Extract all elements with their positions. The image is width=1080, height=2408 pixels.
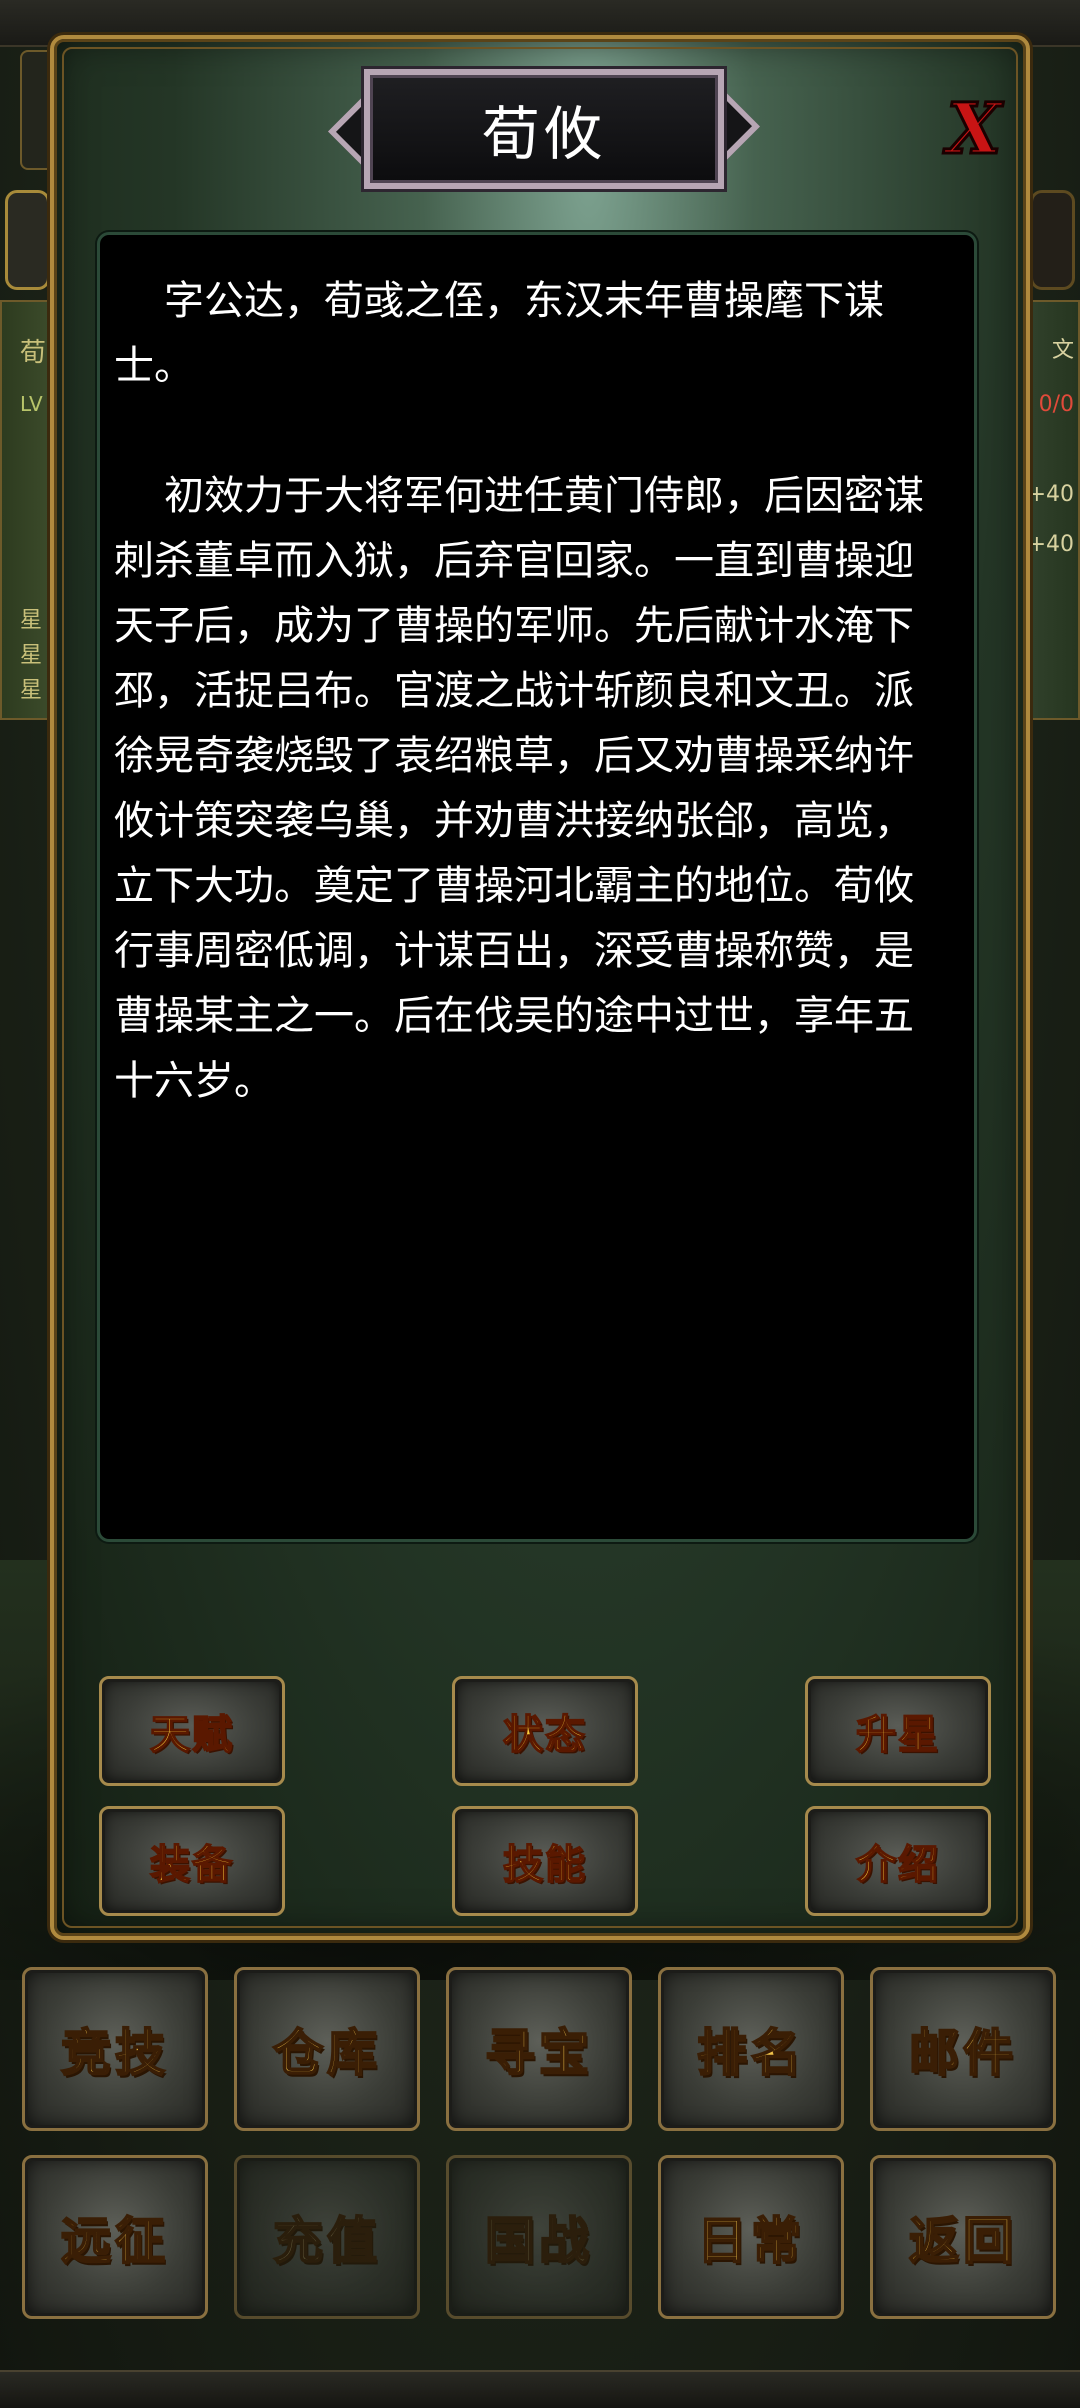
arena-label: 竞技 xyxy=(60,2023,169,2083)
bottom-menu: 竞技 仓库 寻宝 排名 邮件 远征 充值 国战 日常 返回 xyxy=(0,1955,1080,2375)
treasure-hunt-button[interactable]: 寻宝 xyxy=(446,1967,632,2131)
equipment-label: 装备 xyxy=(149,1841,234,1889)
bottom-bar xyxy=(0,2370,1080,2408)
mail-button[interactable]: 邮件 xyxy=(870,1967,1056,2131)
recharge-label: 充值 xyxy=(272,2211,381,2271)
skill-label: 技能 xyxy=(502,1841,587,1889)
game-screen: 荀 LV 星 星 星 文 0/0 +40 +40 竞技 仓库 寻宝 排名 邮件 … xyxy=(0,0,1080,2408)
mail-label: 邮件 xyxy=(908,2023,1017,2083)
description-panel: 字公达，荀彧之侄，东汉末年曹操麾下谋士。 初效力于大将军何进任黄门侍郎，后因密谋… xyxy=(97,232,977,1542)
close-icon[interactable]: X xyxy=(944,89,1004,169)
warehouse-label: 仓库 xyxy=(272,2023,381,2083)
nation-war-button[interactable]: 国战 xyxy=(446,2155,632,2319)
status-label: 状态 xyxy=(502,1711,587,1759)
expedition-label: 远征 xyxy=(60,2211,169,2271)
expedition-button[interactable]: 远征 xyxy=(22,2155,208,2319)
right-tab xyxy=(1030,190,1075,290)
daily-button[interactable]: 日常 xyxy=(658,2155,844,2319)
warehouse-button[interactable]: 仓库 xyxy=(234,1967,420,2131)
general-info-strip: 荀 LV 星 星 星 xyxy=(0,300,50,720)
strip-char: 星 xyxy=(20,678,43,703)
strip-char: 星 xyxy=(20,608,43,633)
strip-text: +40 xyxy=(1027,532,1074,557)
talent-button[interactable]: 天赋 xyxy=(99,1676,285,1786)
strip-char: 星 xyxy=(20,643,43,668)
stats-strip: 文 0/0 +40 +40 xyxy=(1027,300,1080,720)
title-plate: 荀攸 xyxy=(327,69,761,189)
ranking-label: 排名 xyxy=(696,2023,805,2083)
left-tab xyxy=(5,190,50,290)
status-button[interactable]: 状态 xyxy=(452,1676,638,1786)
general-intro-dialog: 荀攸 X 字公达，荀彧之侄，东汉末年曹操麾下谋士。 初效力于大将军何进任黄门侍郎… xyxy=(50,35,1030,1940)
dialog-title: 荀攸 xyxy=(481,100,606,168)
return-button[interactable]: 返回 xyxy=(870,2155,1056,2319)
return-label: 返回 xyxy=(908,2211,1017,2271)
strip-text: 0/0 xyxy=(1038,392,1074,417)
star-up-button[interactable]: 升星 xyxy=(805,1676,991,1786)
intro-label: 介绍 xyxy=(855,1841,940,1889)
strip-text: +40 xyxy=(1027,482,1074,507)
strip-char: 荀 xyxy=(20,338,47,368)
description-paragraph: 初效力于大将军何进任黄门侍郎，后因密谋刺杀董卓而入狱，后弃官回家。一直到曹操迎天… xyxy=(114,473,924,1104)
talent-label: 天赋 xyxy=(149,1711,234,1759)
treasure-hunt-label: 寻宝 xyxy=(484,2023,593,2083)
equipment-button[interactable]: 装备 xyxy=(99,1806,285,1916)
star-up-label: 升星 xyxy=(855,1711,940,1759)
strip-char: LV xyxy=(20,392,43,416)
strip-text: 文 xyxy=(1051,338,1074,363)
recharge-button[interactable]: 充值 xyxy=(234,2155,420,2319)
daily-label: 日常 xyxy=(696,2211,805,2271)
description-paragraph: 字公达，荀彧之侄，东汉末年曹操麾下谋士。 xyxy=(114,278,884,389)
intro-button[interactable]: 介绍 xyxy=(805,1806,991,1916)
title-plate-body: 荀攸 xyxy=(364,69,724,189)
nation-war-label: 国战 xyxy=(484,2211,593,2271)
skill-button[interactable]: 技能 xyxy=(452,1806,638,1916)
arena-button[interactable]: 竞技 xyxy=(22,1967,208,2131)
ranking-button[interactable]: 排名 xyxy=(658,1967,844,2131)
